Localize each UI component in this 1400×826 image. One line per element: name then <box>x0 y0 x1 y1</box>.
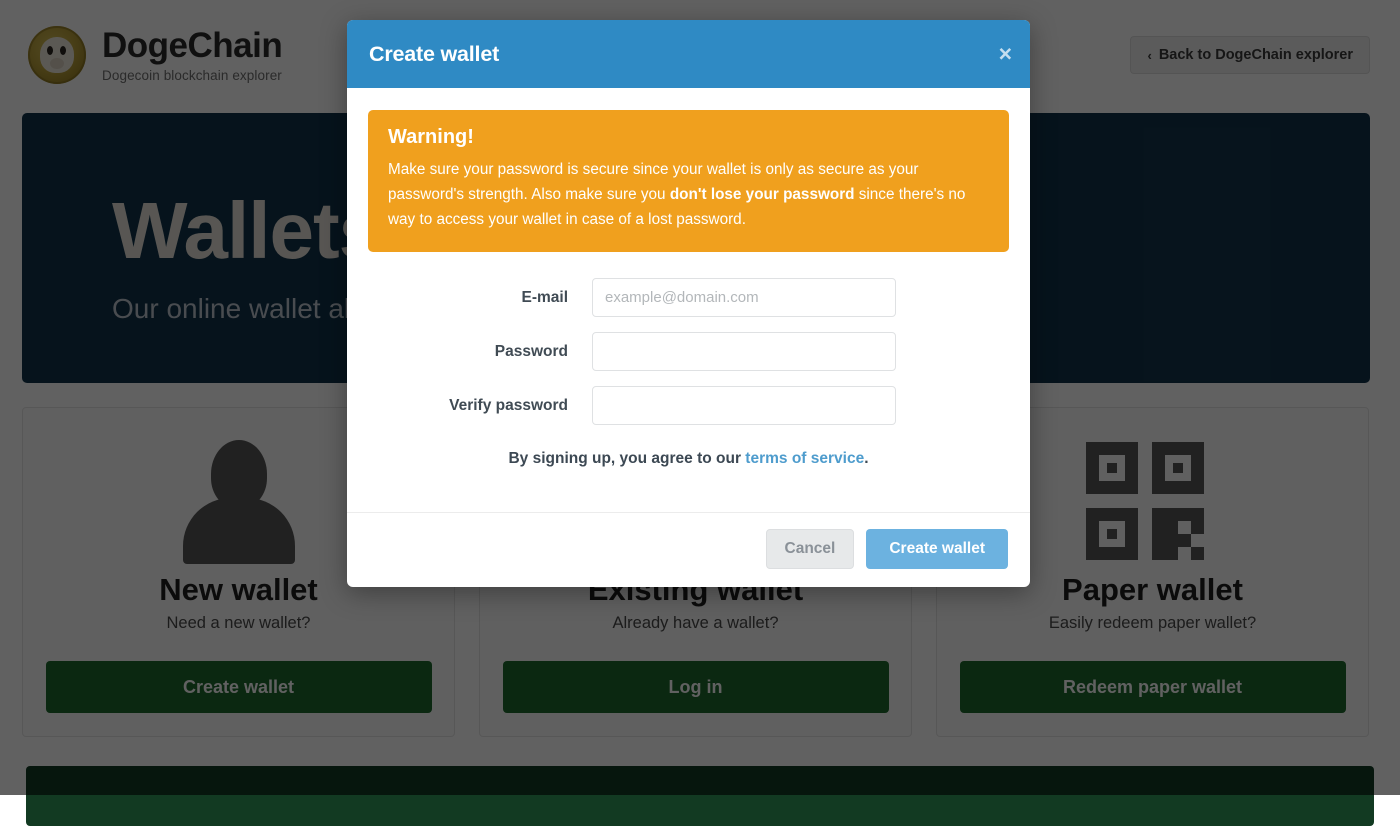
warning-text: Make sure your password is secure since … <box>388 158 989 232</box>
password-field[interactable] <box>592 332 896 371</box>
form-row-verify-password: Verify password <box>368 386 1009 425</box>
warning-text-bold: don't lose your password <box>670 186 855 203</box>
modal-footer: Cancel Create wallet <box>347 512 1030 587</box>
modal-body: Warning! Make sure your password is secu… <box>347 88 1030 512</box>
create-wallet-form: E-mail Password Verify password By signi… <box>368 252 1009 512</box>
warning-alert: Warning! Make sure your password is secu… <box>368 110 1009 252</box>
verify-password-field[interactable] <box>592 386 896 425</box>
tos-period: . <box>864 450 868 467</box>
warning-title: Warning! <box>388 126 989 149</box>
email-label: E-mail <box>368 289 592 307</box>
modal-header: Create wallet × <box>347 20 1030 88</box>
submit-create-wallet-button[interactable]: Create wallet <box>866 529 1008 569</box>
password-label: Password <box>368 343 592 361</box>
tos-text: By signing up, you agree to our <box>508 450 745 467</box>
form-row-email: E-mail <box>368 278 1009 317</box>
cancel-button[interactable]: Cancel <box>766 529 855 569</box>
create-wallet-modal: Create wallet × Warning! Make sure your … <box>347 20 1030 587</box>
form-row-password: Password <box>368 332 1009 371</box>
terms-of-service-link[interactable]: terms of service <box>745 450 864 467</box>
terms-of-service-notice: By signing up, you agree to our terms of… <box>368 450 1009 512</box>
close-icon[interactable]: × <box>999 43 1012 66</box>
modal-title: Create wallet <box>369 42 499 67</box>
verify-password-label: Verify password <box>368 397 592 415</box>
email-field[interactable] <box>592 278 896 317</box>
